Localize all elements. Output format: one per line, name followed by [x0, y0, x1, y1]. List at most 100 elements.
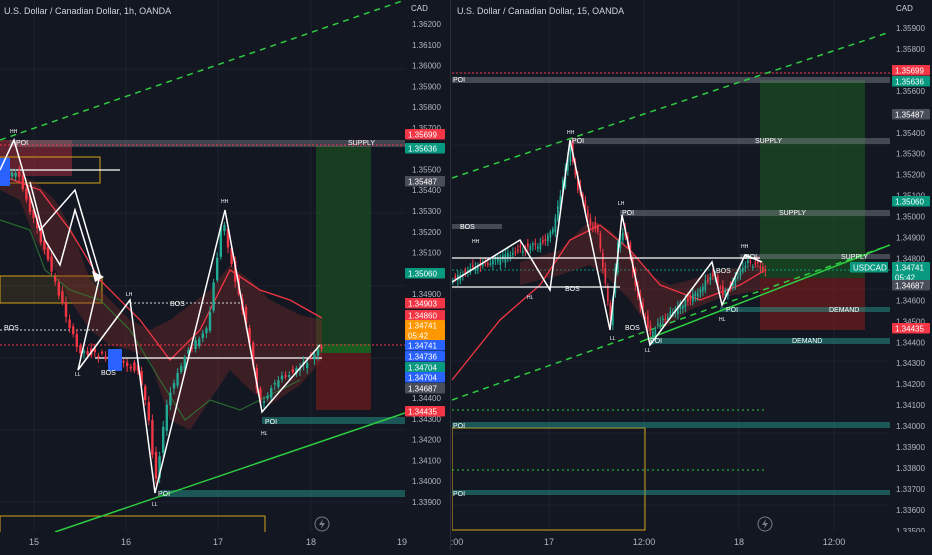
left-chart-pane[interactable]: POI SUPPLY BOS BOS BOS POI POI HH HH LL … [0, 0, 450, 550]
right-tick-0: 1.35900 [896, 24, 925, 33]
hh-label-b: HH [221, 199, 229, 205]
supply-label-r-a: SUPPLY [755, 138, 782, 145]
left-price-badge-1: 1.35636 [405, 143, 445, 154]
right-tick-10: 1.34900 [896, 234, 925, 243]
left-price-badge-text-13: 1.34435 [408, 407, 437, 416]
poi-low-label: POI [158, 491, 170, 498]
hl-label: HL [261, 431, 268, 437]
right-price-badge-8: 1.34435 [853, 0, 882, 2]
left-price-badge-text-2: 1.35487 [408, 177, 437, 186]
left-tick-4: 1.35800 [412, 103, 441, 112]
long-target-zone[interactable] [316, 146, 371, 352]
right-price-badge-0: 1.35699 [892, 65, 930, 76]
ll-label-b: LL [152, 502, 158, 508]
right-tick-23: 1.33600 [896, 506, 925, 515]
poi-label-r-d: POI [745, 254, 757, 261]
left-price-badge-5: 1.34860 [405, 310, 445, 321]
right-time-label-2: 12:00 [633, 537, 656, 547]
poi-mid-label: POI [265, 419, 277, 426]
left-price-badge-text-8: 1.34741 [408, 341, 437, 350]
long-stop-zone[interactable] [316, 352, 371, 410]
right-tick-19: 1.34000 [896, 422, 925, 431]
demand-line-r-b[interactable] [650, 338, 890, 344]
left-currency-label: CAD [411, 4, 428, 13]
poi-line-bottom[interactable] [160, 490, 405, 497]
left-price-badge-text-11: 1.34704 [408, 373, 437, 382]
right-tick-5: 1.35400 [896, 129, 925, 138]
left-price-badge-10: 1.34704 [405, 362, 445, 373]
left-tick-22: 1.34000 [412, 477, 441, 486]
left-tick-0: 1.36200 [412, 20, 441, 29]
left-price-badge-8: 1.34741 [405, 340, 445, 351]
demand-line-r-a[interactable] [720, 307, 890, 312]
hl-label-r-a: HL [527, 295, 534, 301]
long-target-zone-r[interactable] [760, 80, 865, 278]
right-price-badge-5: 1.34741 [892, 262, 930, 273]
bos-label-b: BOS [170, 301, 185, 308]
hh-label-r-c: HH [741, 244, 749, 250]
left-time-axis[interactable]: 15 16 17 18 19 [0, 532, 450, 550]
poi-line-r-c[interactable] [452, 490, 890, 495]
left-tick-9: 1.35300 [412, 207, 441, 216]
right-tick-6: 1.35300 [896, 150, 925, 159]
left-price-badge-9: 1.34736 [405, 351, 445, 362]
left-price-badge-text-10: 1.34704 [408, 363, 437, 372]
right-price-badge-text-4: USDCAD [853, 263, 887, 272]
poi-label-r-f: POI [650, 338, 662, 345]
left-price-badge-12: 1.34687 [405, 383, 445, 394]
right-price-badge-1: 1.35636 [892, 76, 930, 87]
lh-label: LH [126, 292, 133, 298]
highlight-candle [0, 158, 10, 186]
right-time-label-4: 12:00 [823, 537, 846, 547]
supply-line[interactable] [10, 140, 405, 147]
right-price-badge-2: 1.35487 [892, 109, 930, 120]
left-tick-2: 1.36000 [412, 62, 441, 71]
poi-label-r-g: POI [453, 423, 465, 430]
right-price-badge-7: 1.34687 [892, 280, 930, 291]
right-price-badge-text-3: 1.35060 [895, 197, 924, 206]
right-tick-18: 1.34100 [896, 401, 925, 410]
poi-line-r-a[interactable] [452, 77, 890, 83]
right-price-badge-8: 1.34435 [892, 323, 930, 334]
poi-label-r-b: POI [572, 138, 584, 145]
right-tick-3: 1.35600 [896, 87, 925, 96]
right-time-label-0: :00 [451, 537, 464, 547]
left-price-badge-text-1: 1.35636 [408, 144, 437, 153]
left-tick-18: 1.34400 [412, 394, 441, 403]
left-price-axis[interactable]: CAD 1.36200 1.36100 1.36000 1.35900 1.35800 1… [405, 0, 450, 532]
left-tick-11: 1.35100 [412, 249, 441, 258]
right-tick-13: 1.34600 [896, 296, 925, 305]
left-price-badge-text-0: 1.35699 [408, 130, 437, 139]
left-price-badge-7: 05:42 [405, 330, 445, 341]
right-price-badge-text-8: 1.34435 [853, 0, 882, 2]
left-price-badge-3: 1.35060 [405, 268, 445, 279]
demand-label-r-a: DEMAND [829, 307, 859, 314]
right-tick-7: 1.35200 [896, 171, 925, 180]
left-time-label-4: 19 [397, 537, 407, 547]
poi-line-r-b[interactable] [452, 422, 890, 428]
left-tick-20: 1.34200 [412, 436, 441, 445]
left-price-badge-text-3: 1.35060 [408, 269, 437, 278]
left-tick-13: 1.34900 [412, 290, 441, 299]
right-time-label-1: 17 [544, 537, 554, 547]
lh-label-r: LH [618, 201, 625, 207]
right-chart-pane[interactable]: POI POI POI POI POI POI POI POI SUPPLY S… [451, 0, 932, 550]
left-price-badge-text-4: 1.34903 [408, 299, 437, 308]
right-price-badge-text-2: 1.35487 [895, 110, 924, 119]
supply-line-r-a[interactable] [570, 138, 890, 144]
left-time-label-1: 16 [121, 537, 131, 547]
left-candle [165, 399, 168, 436]
supply-line-r-b[interactable] [620, 210, 890, 216]
left-price-badge-text-6: 1.34741 [408, 321, 437, 330]
right-tick-21: 1.33800 [896, 464, 925, 473]
ll-label-a: LL [75, 372, 81, 378]
left-price-badge-text-9: 1.34736 [408, 352, 437, 361]
ll-label-r-a: LL [610, 336, 616, 342]
right-time-axis[interactable]: :00 17 12:00 18 12:00 [451, 532, 932, 550]
poi-label-r-e: POI [726, 307, 738, 314]
right-chart-title: U.S. Dollar / Canadian Dollar, 15, OANDA [457, 6, 624, 16]
ll-label-r-b: LL [645, 348, 651, 354]
right-price-badge-text-0: 1.35699 [895, 66, 924, 75]
right-tick-22: 1.33700 [896, 485, 925, 494]
dual-chart-canvas[interactable]: POI SUPPLY BOS BOS BOS POI POI HH HH LL … [0, 0, 932, 550]
